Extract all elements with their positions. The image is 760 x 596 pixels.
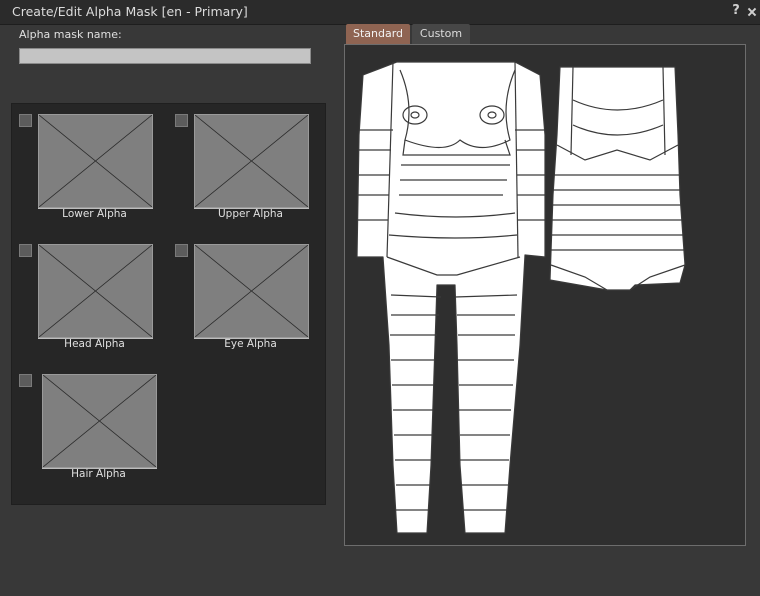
upper-alpha-texture-picker[interactable] [194,114,309,208]
lower-alpha-label: Lower Alpha [62,208,127,220]
title-bar[interactable]: Create/Edit Alpha Mask [en - Primary] ? [0,0,760,25]
empty-texture-icon [195,115,308,207]
eye-alpha-label: Eye Alpha [224,338,277,350]
empty-texture-icon [43,375,156,467]
alpha-textures-panel: Lower Alpha Upper Alpha Head Alpha Eye A… [11,103,326,505]
body-map-preview[interactable] [344,44,746,546]
front-body-shape [356,61,546,534]
close-icon [747,7,757,17]
hair-alpha-label: Hair Alpha [71,468,126,480]
head-alpha-label: Head Alpha [64,338,125,350]
close-button[interactable] [745,3,759,18]
lower-alpha-texture-picker[interactable] [38,114,153,208]
eye-alpha-checkbox[interactable] [175,244,188,257]
empty-texture-icon [39,245,152,337]
upper-alpha-checkbox[interactable] [175,114,188,127]
eye-alpha-texture-picker[interactable] [194,244,309,338]
back-torso-shape [549,66,686,291]
alpha-mask-name-input[interactable] [19,48,311,64]
hair-alpha-checkbox[interactable] [19,374,32,387]
window-title: Create/Edit Alpha Mask [en - Primary] [12,4,248,19]
body-uv-map [356,61,686,534]
hair-alpha-texture-picker[interactable] [42,374,157,468]
tab-custom[interactable]: Custom [412,24,470,44]
help-button[interactable]: ? [729,3,743,18]
alpha-mask-name-label: Alpha mask name: [19,28,122,41]
empty-texture-icon [39,115,152,207]
empty-texture-icon [195,245,308,337]
upper-alpha-label: Upper Alpha [218,208,283,220]
tab-standard[interactable]: Standard [346,24,410,44]
head-alpha-texture-picker[interactable] [38,244,153,338]
lower-alpha-checkbox[interactable] [19,114,32,127]
head-alpha-checkbox[interactable] [19,244,32,257]
